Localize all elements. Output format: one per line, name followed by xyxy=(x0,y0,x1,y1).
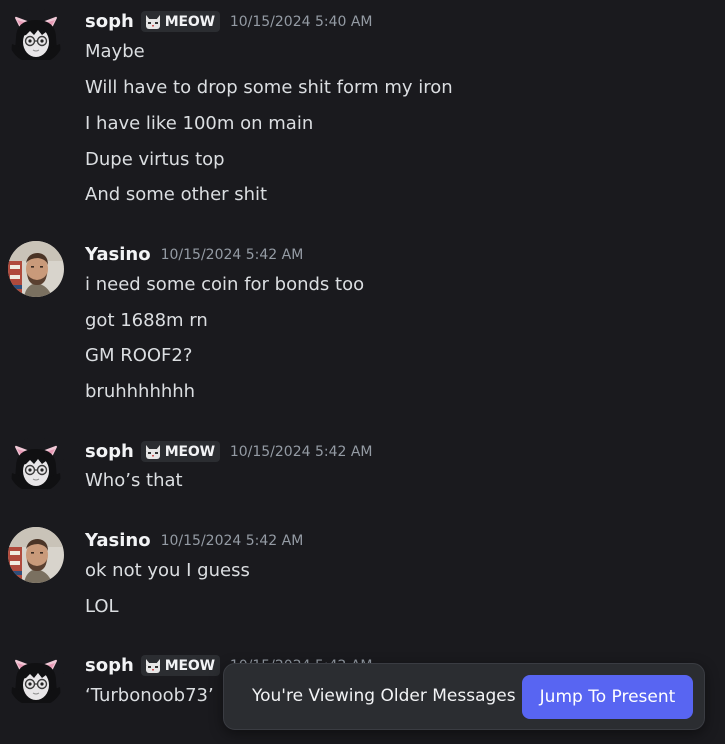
older-messages-banner: You're Viewing Older Messages Jump To Pr… xyxy=(223,663,705,730)
avatar[interactable] xyxy=(8,651,64,707)
avatar-image xyxy=(8,437,64,493)
guild-tag[interactable]: MEOW xyxy=(140,441,220,462)
username[interactable]: Yasino xyxy=(85,530,151,551)
guild-tag-label: MEOW xyxy=(164,657,215,674)
avatar[interactable] xyxy=(8,241,64,297)
guild-tag[interactable]: MEOW xyxy=(140,11,220,32)
message-text: Who’s that xyxy=(85,470,183,491)
message-text: GM ROOF2? xyxy=(85,345,193,366)
guild-tag[interactable]: MEOW xyxy=(140,655,220,676)
username[interactable]: soph xyxy=(85,441,134,462)
timestamp[interactable]: 10/15/2024 5:42 AM xyxy=(230,444,373,460)
older-messages-label: You're Viewing Older Messages xyxy=(252,686,516,706)
avatar-image xyxy=(8,241,64,297)
timestamp[interactable]: 10/15/2024 5:40 AM xyxy=(230,14,373,30)
username[interactable]: Yasino xyxy=(85,244,151,265)
message-text: Maybe xyxy=(85,41,145,62)
avatar[interactable] xyxy=(8,437,64,493)
guild-tag-label: MEOW xyxy=(164,443,215,460)
message-text: Will have to drop some shit form my iron xyxy=(85,77,453,98)
cat-icon xyxy=(145,658,160,673)
avatar[interactable] xyxy=(8,8,64,64)
avatar-image xyxy=(8,651,64,707)
cat-icon xyxy=(145,444,160,459)
avatar-image xyxy=(8,527,64,583)
message-text: LOL xyxy=(85,596,119,617)
message-text: ‘Turbonoob73’ xyxy=(85,685,214,706)
message-text: bruhhhhhhh xyxy=(85,381,196,402)
jump-to-present-button[interactable]: Jump To Present xyxy=(522,675,693,719)
avatar-image xyxy=(8,8,64,64)
message-text: got 1688m rn xyxy=(85,310,208,331)
cat-icon xyxy=(145,14,160,29)
timestamp[interactable]: 10/15/2024 5:42 AM xyxy=(161,533,304,549)
message-text: I have like 100m on main xyxy=(85,113,314,134)
message-text: i need some coin for bonds too xyxy=(85,274,365,295)
message-text: Dupe virtus top xyxy=(85,149,225,170)
avatar[interactable] xyxy=(8,527,64,583)
guild-tag-label: MEOW xyxy=(164,13,215,30)
message-text: And some other shit xyxy=(85,184,268,205)
timestamp[interactable]: 10/15/2024 5:42 AM xyxy=(161,247,304,263)
message-text: ok not you I guess xyxy=(85,560,250,581)
username[interactable]: soph xyxy=(85,655,134,676)
username[interactable]: soph xyxy=(85,11,134,32)
